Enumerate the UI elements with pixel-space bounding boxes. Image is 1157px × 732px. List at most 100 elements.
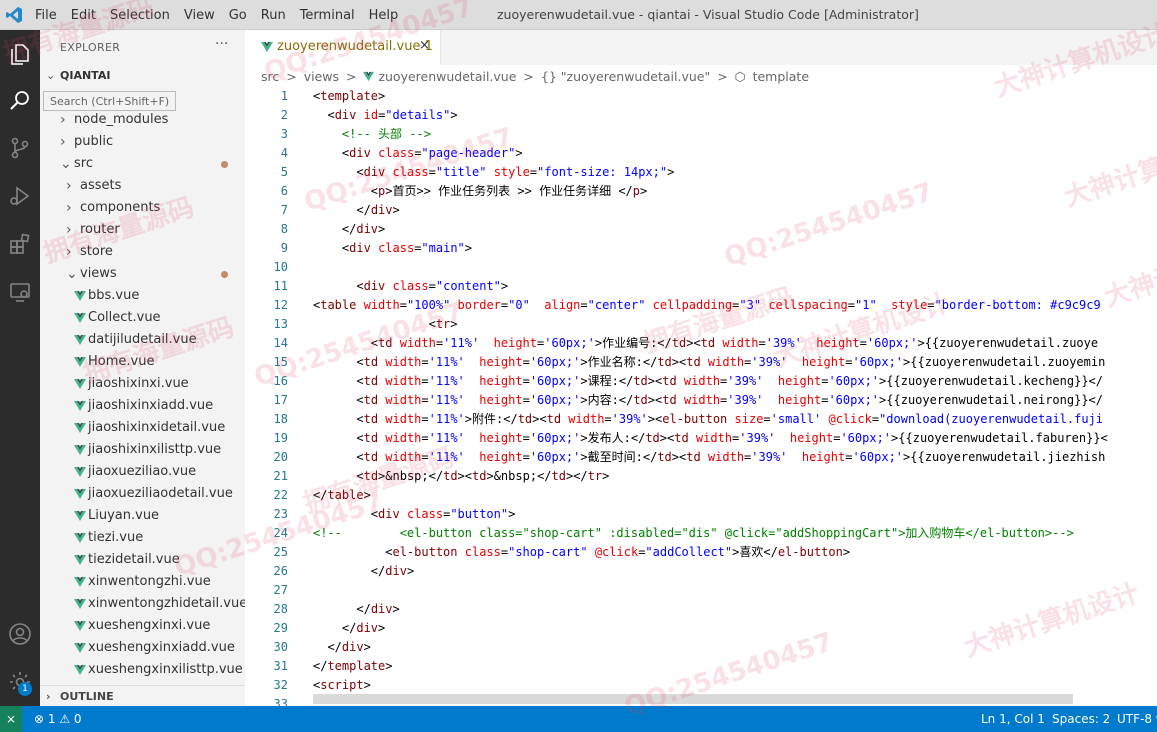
menu-run[interactable]: Run (261, 8, 286, 23)
menu-bar: File Edit Selection View Go Run Terminal… (35, 0, 412, 30)
code-line[interactable]: </table> (313, 486, 371, 505)
remote-explorer-icon[interactable] (0, 274, 40, 310)
file-item[interactable]: tiezidetail.vue (40, 549, 245, 571)
code-line[interactable]: <template> (313, 87, 385, 106)
code-line[interactable]: <div class="button"> (313, 505, 516, 524)
file-item[interactable]: xinwentongzhidetail.vue (40, 593, 245, 615)
outline-section[interactable]: › OUTLINE (40, 685, 245, 706)
encoding[interactable]: UTF-8 w (1117, 706, 1157, 732)
menu-view[interactable]: View (184, 8, 215, 23)
file-item[interactable]: jiaoxueziliaodetail.vue (40, 483, 245, 505)
file-item[interactable]: bbs.vue (40, 285, 245, 307)
menu-file[interactable]: File (35, 8, 57, 23)
folder-item[interactable]: ⌄ views (40, 263, 245, 285)
code-line[interactable]: </div> (313, 638, 370, 657)
code-line[interactable]: </div> (313, 201, 399, 220)
tree-item-label: jiaoxueziliaodetail.vue (88, 486, 233, 501)
code-line[interactable]: <td width='11%' height='60px;'>内容:</td><… (313, 391, 1103, 410)
line-number: 14 (273, 336, 288, 350)
code-editor[interactable]: <template> <div id="details"> <!-- 头部 --… (313, 87, 1157, 714)
menu-go[interactable]: Go (229, 8, 247, 23)
account-icon[interactable] (0, 616, 40, 652)
breadcrumb-src[interactable]: src (261, 69, 279, 84)
code-line[interactable]: <td width='11%' height='60px;'>作业编号:</td… (313, 334, 1098, 353)
vue-file-icon (261, 42, 273, 52)
code-line[interactable]: <div class="content"> (313, 277, 508, 296)
menu-edit[interactable]: Edit (71, 8, 96, 23)
folder-item[interactable]: › router (40, 219, 245, 241)
horizontal-scrollbar[interactable] (313, 694, 1073, 704)
tree-item-label: router (80, 222, 120, 237)
code-line[interactable]: <!-- 头部 --> (313, 125, 431, 144)
code-line[interactable]: <td width='11%' height='60px;'>发布人:</td>… (313, 429, 1107, 448)
file-item[interactable]: Home.vue (40, 351, 245, 373)
more-actions-icon[interactable]: ··· (215, 36, 228, 52)
breadcrumb-views[interactable]: views (304, 69, 339, 84)
code-line[interactable]: </div> (313, 562, 414, 581)
file-item[interactable]: Liuyan.vue (40, 505, 245, 527)
source-control-icon[interactable] (0, 130, 40, 166)
code-line[interactable]: <div class="title" style="font-size: 14p… (313, 163, 674, 182)
code-line[interactable]: <script> (313, 676, 371, 695)
code-line[interactable]: <td width='11%' height='60px;'>截至时间:</td… (313, 448, 1105, 467)
folder-item[interactable]: › node_modules (40, 109, 245, 131)
code-line[interactable]: <div class="main"> (313, 239, 472, 258)
run-debug-icon[interactable] (0, 178, 40, 214)
menu-selection[interactable]: Selection (110, 8, 170, 23)
tree-item-label: Collect.vue (88, 310, 161, 325)
explorer-icon[interactable] (0, 36, 40, 72)
line-number: 15 (273, 355, 288, 369)
folder-item[interactable]: ⌄ src (40, 153, 245, 175)
folder-item[interactable]: › store (40, 241, 245, 263)
code-line[interactable]: <div class="page-header"> (313, 144, 523, 163)
code-line[interactable]: </div> (313, 600, 399, 619)
code-line[interactable]: </div> (313, 220, 385, 239)
file-item[interactable]: xueshengxinxiadd.vue (40, 637, 245, 659)
tree-item-label: xueshengxinxiadd.vue (88, 640, 235, 655)
problems-indicator[interactable]: ⊗ 1 ⚠ 0 (34, 706, 82, 732)
indentation[interactable]: Spaces: 2 (1052, 706, 1110, 732)
code-line[interactable]: <td width='11%' height='60px;'>课程:</td><… (313, 372, 1103, 391)
folder-item[interactable]: › public (40, 131, 245, 153)
file-item[interactable]: jiaoshixinxi.vue (40, 373, 245, 395)
file-item[interactable]: jiaoshixinxidetail.vue (40, 417, 245, 439)
menu-help[interactable]: Help (369, 8, 399, 23)
file-item[interactable]: datijiludetail.vue (40, 329, 245, 351)
file-item[interactable]: jiaoxueziliao.vue (40, 461, 245, 483)
folder-item[interactable]: › components (40, 197, 245, 219)
tab-zuoyerenwudetail[interactable]: zuoyerenwudetail.vue 1 × (245, 30, 441, 65)
code-line[interactable]: <table width="100%" border="0" align="ce… (313, 296, 1101, 315)
file-item[interactable]: xinwentongzhi.vue (40, 571, 245, 593)
file-item[interactable]: jiaoshixinxiadd.vue (40, 395, 245, 417)
line-number: 7 (280, 203, 288, 217)
code-line[interactable]: </div> (313, 619, 385, 638)
remote-indicator-icon[interactable]: ⨯ (0, 706, 22, 732)
code-line[interactable]: <td>&nbsp;</td><td>&nbsp;</td></tr> (313, 467, 609, 486)
file-item[interactable]: xueshengxinxi.vue (40, 615, 245, 637)
code-line[interactable]: <td width='11%'>附件:</td><td width='39%'>… (313, 410, 1103, 429)
code-line[interactable]: </template> (313, 657, 392, 676)
breadcrumb-file[interactable]: zuoyerenwudetail.vue (378, 69, 516, 84)
file-item[interactable]: Collect.vue (40, 307, 245, 329)
cursor-position[interactable]: Ln 1, Col 1 (981, 706, 1045, 732)
search-icon[interactable] (0, 82, 40, 118)
code-line[interactable]: <!-- <el-button class="shop-cart" :disab… (313, 524, 1074, 543)
file-item[interactable]: xueshengxinxilisttp.vue (40, 659, 245, 681)
file-item[interactable]: jiaoshixinxilisttp.vue (40, 439, 245, 461)
tree-item-label: views (80, 266, 117, 281)
file-item[interactable]: tiezi.vue (40, 527, 245, 549)
title-bar: File Edit Selection View Go Run Terminal… (0, 0, 1157, 30)
code-line[interactable]: <td width='11%' height='60px;'>作业名称:</td… (313, 353, 1105, 372)
code-line[interactable]: <div id="details"> (313, 106, 457, 125)
workspace-header[interactable]: ⌄ QIANTAI (40, 65, 245, 87)
line-number-gutter: 1 2 3 4 5 6 7 8 9 10 11 12 13 14 15 16 17 18 19 20 21 22 23 24 2… (245, 87, 305, 714)
code-line[interactable]: <p>首页>> 作业任务列表 >> 作业任务详细 </p> (313, 182, 647, 201)
extensions-icon[interactable] (0, 226, 40, 262)
code-line[interactable]: <el-button class="shop-cart" @click="add… (313, 543, 850, 562)
folder-item[interactable]: › assets (40, 175, 245, 197)
code-line[interactable]: <tr> (313, 315, 458, 334)
breadcrumb-component[interactable]: {} "zuoyerenwudetail.vue" (541, 69, 710, 84)
breadcrumb-template[interactable]: ⬡ template (735, 69, 812, 84)
close-icon[interactable]: × (419, 38, 430, 53)
menu-terminal[interactable]: Terminal (300, 8, 355, 23)
